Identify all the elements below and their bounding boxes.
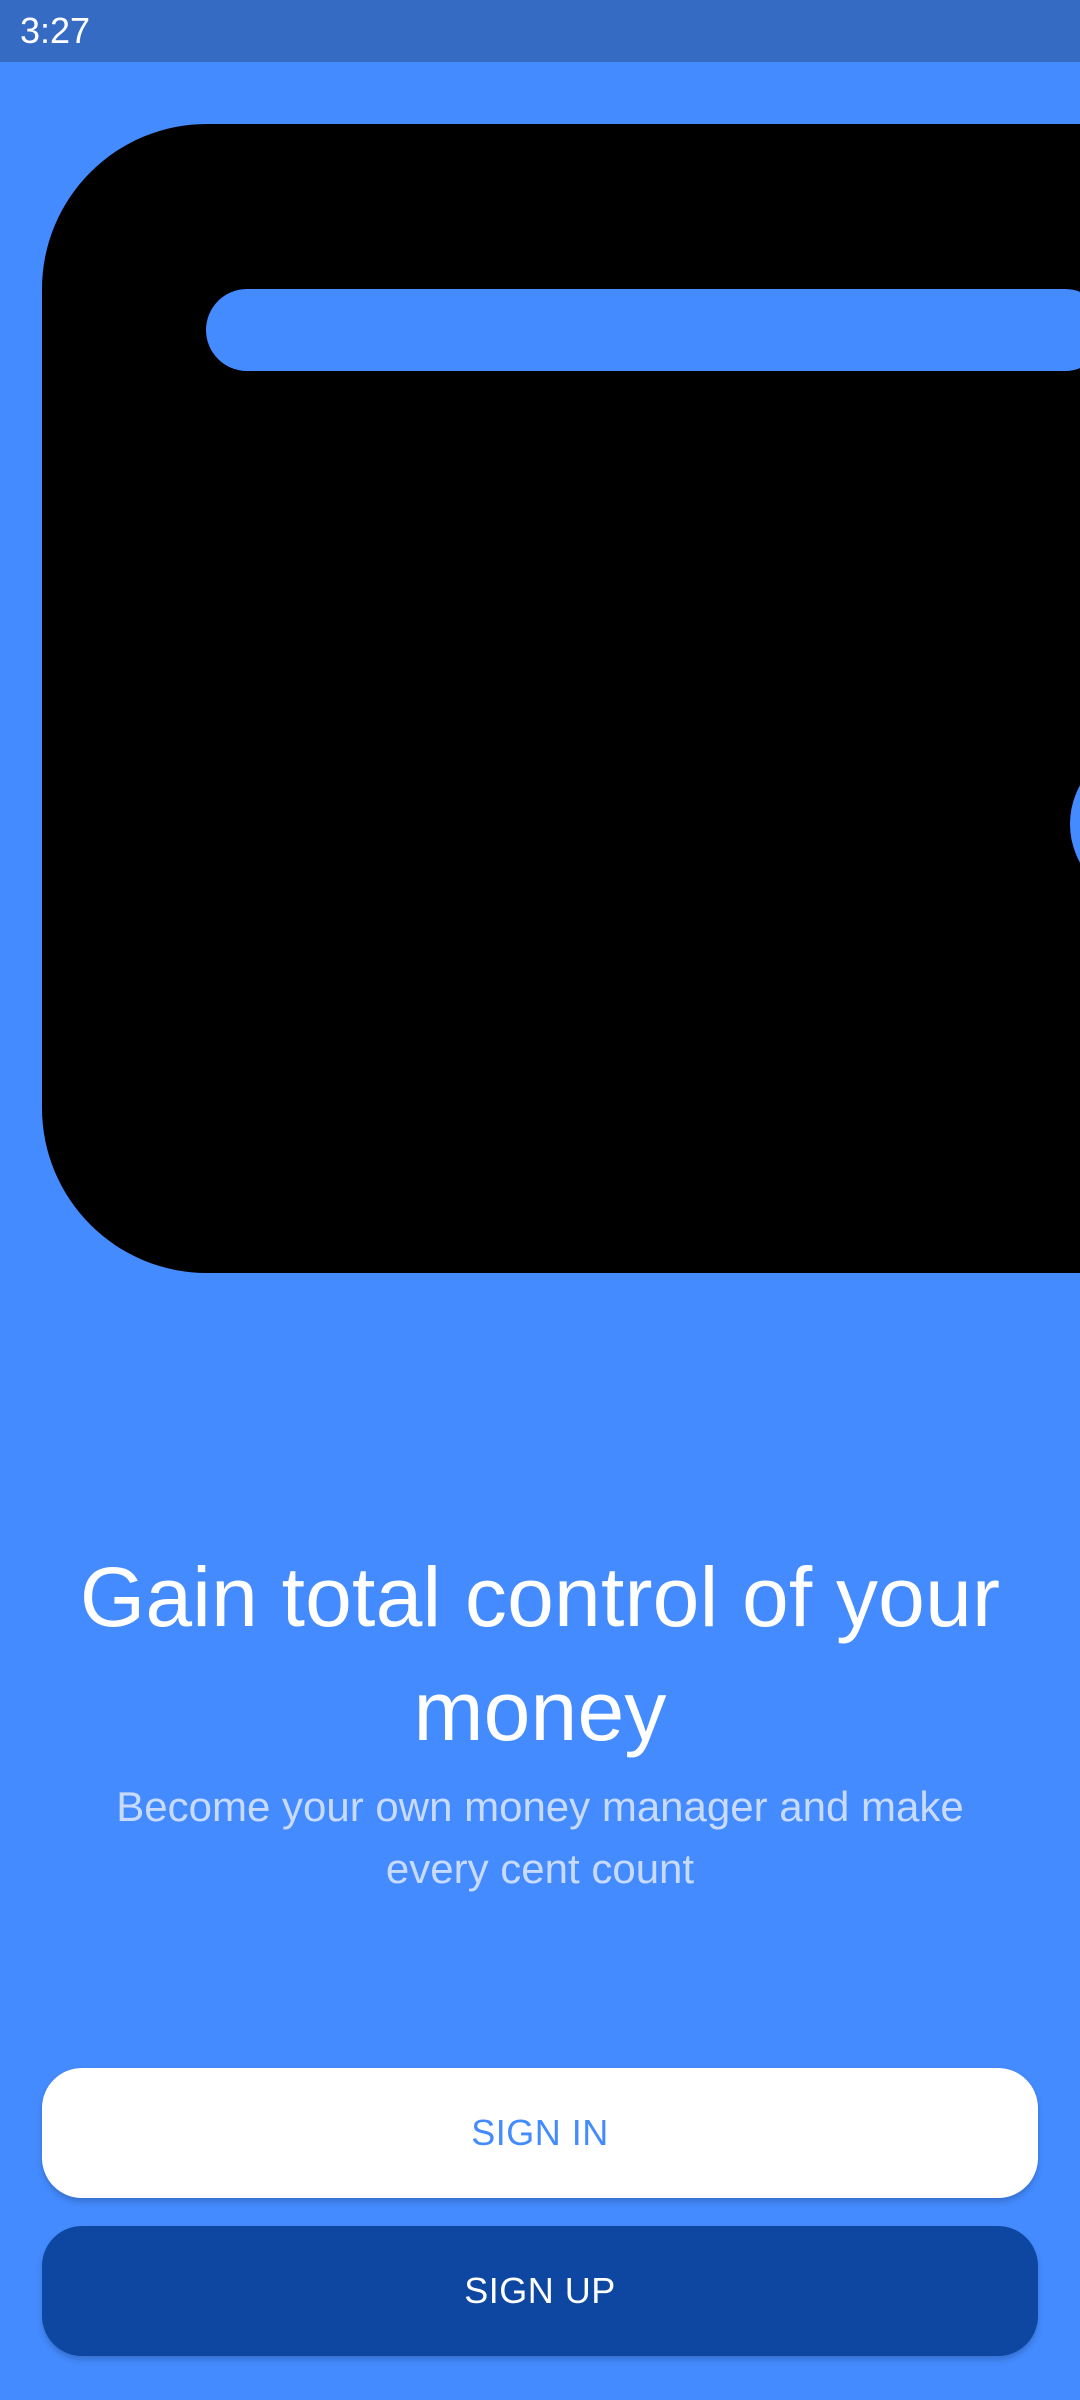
onboarding-text: Gain total control of your money Become …	[40, 1540, 1040, 1900]
status-bar: 3:27	[0, 0, 1080, 62]
wallet-icon	[42, 124, 1080, 1273]
sign-up-button[interactable]: SIGN UP	[42, 2226, 1038, 2356]
status-time: 3:27	[20, 10, 91, 51]
subheadline: Become your own money manager and make e…	[116, 1783, 964, 1892]
wallet-slot	[206, 289, 1080, 371]
sign-in-button[interactable]: SIGN IN	[42, 2068, 1038, 2198]
headline: Gain total control of your money	[79, 1550, 1001, 1758]
